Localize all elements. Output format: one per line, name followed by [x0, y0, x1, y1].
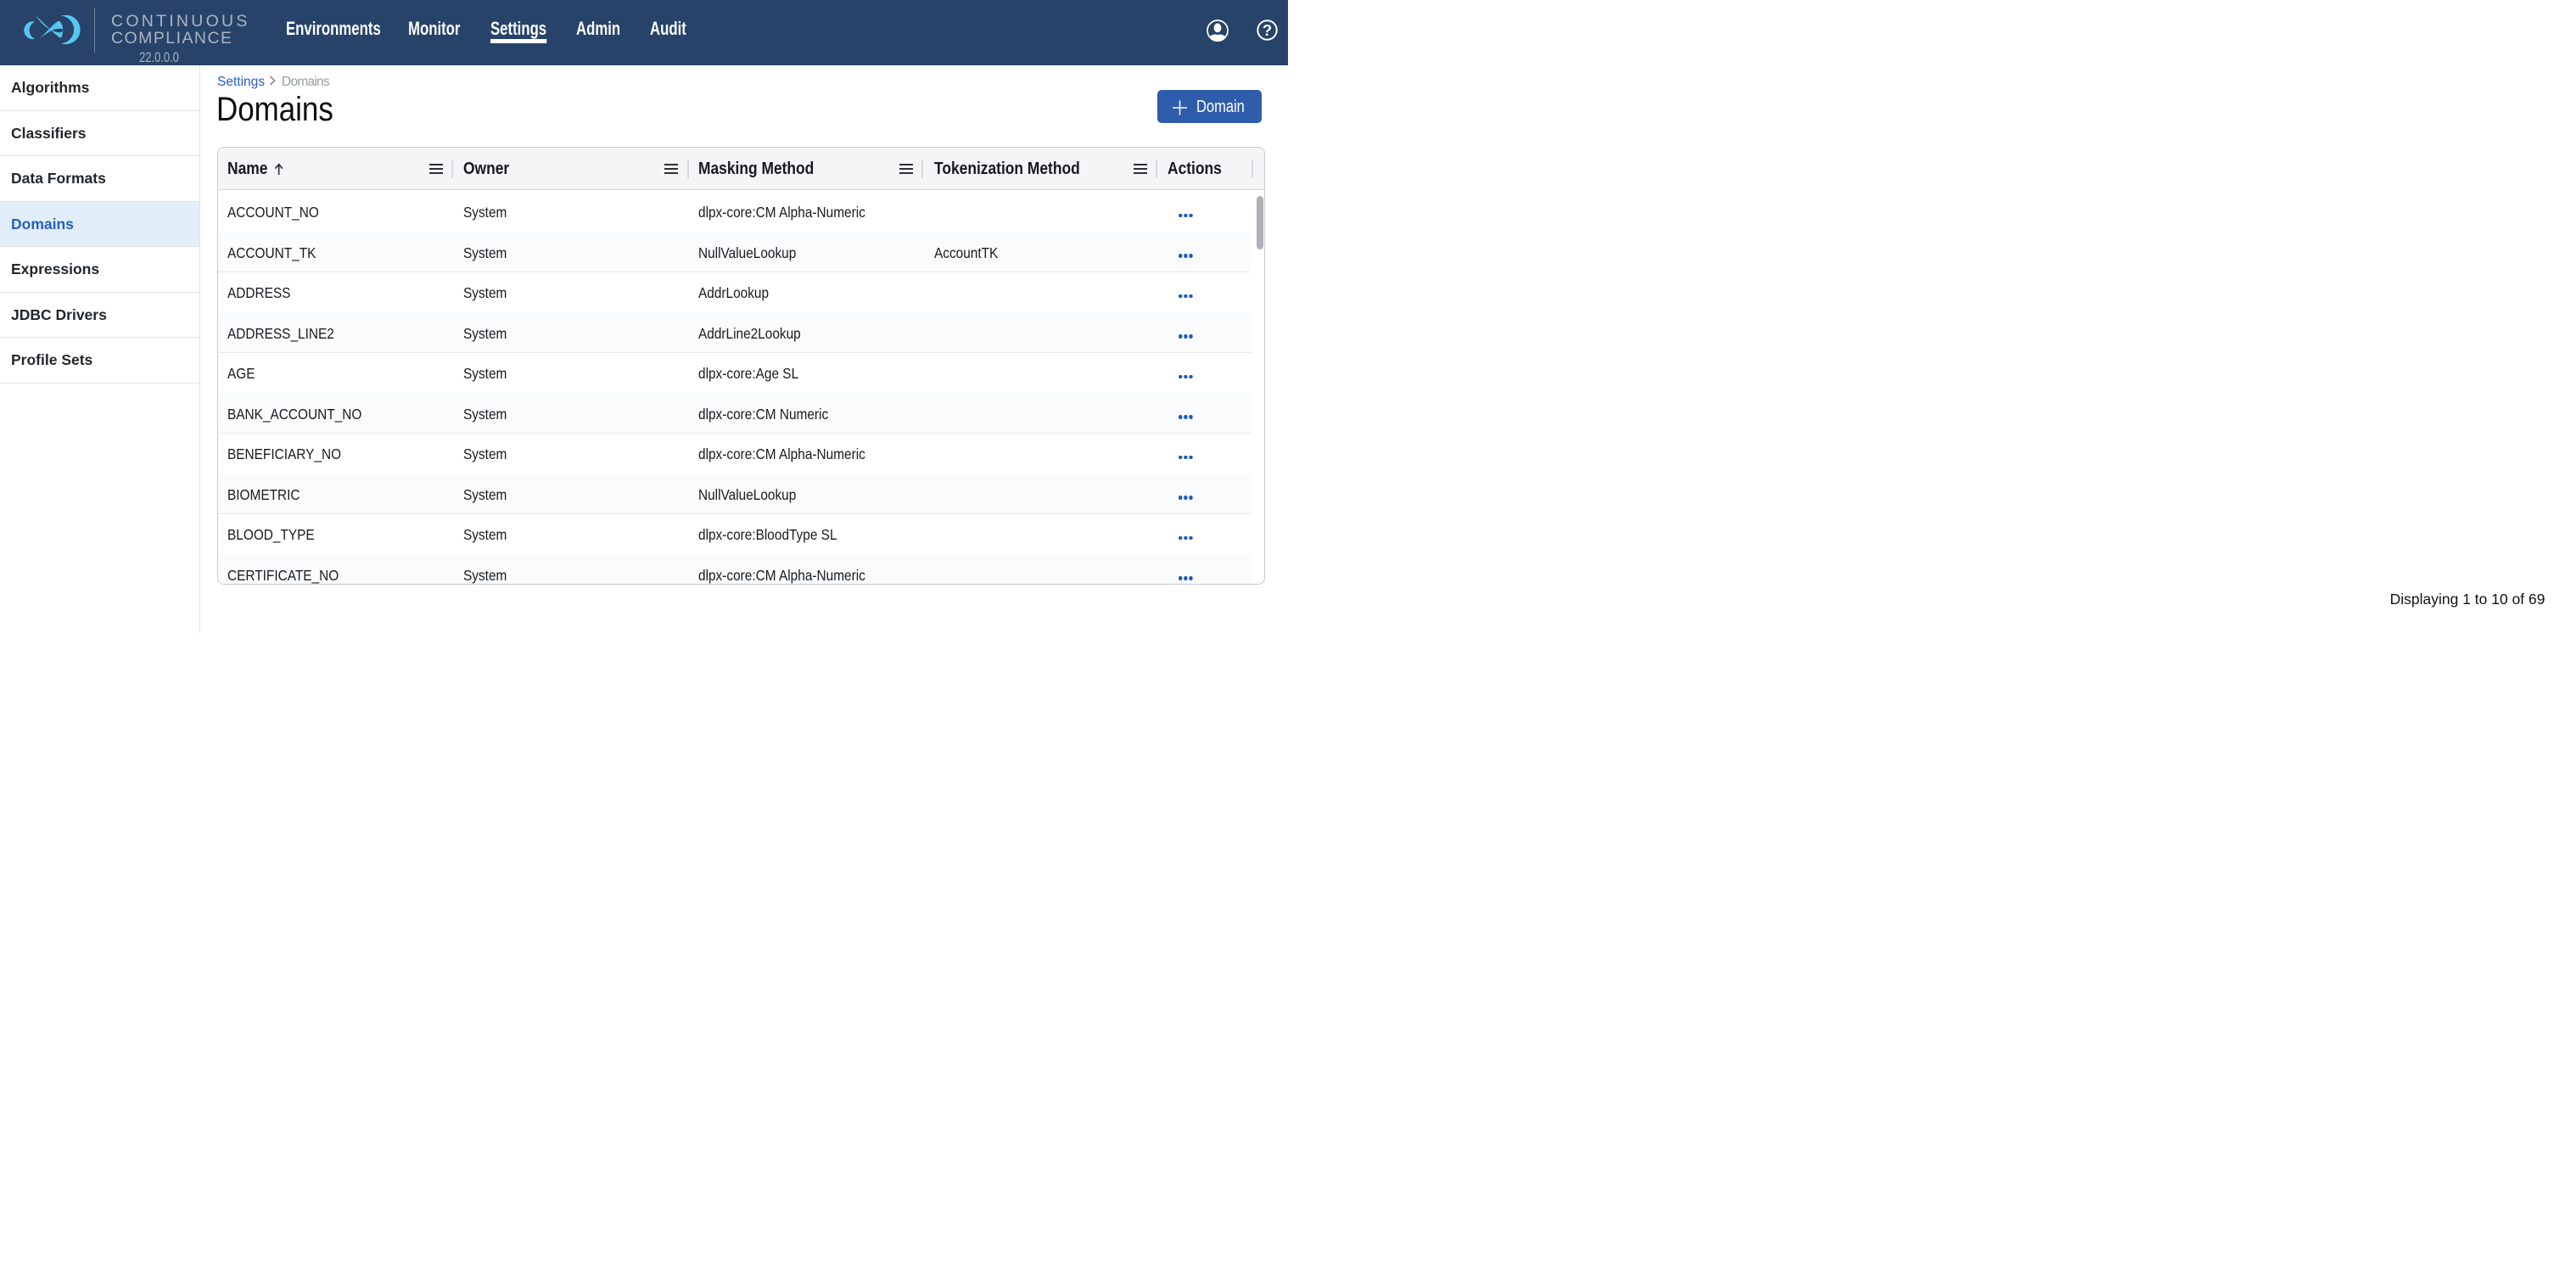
- svg-text:?: ?: [1263, 21, 1272, 39]
